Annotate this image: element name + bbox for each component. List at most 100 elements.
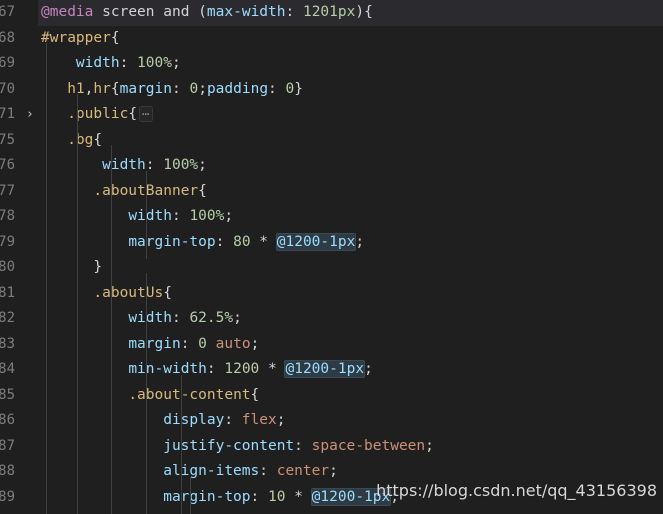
code-token: screen: [102, 4, 155, 20]
line-number-86[interactable]: 86: [0, 408, 24, 434]
watermark-url: https://blog.csdn.net/qq_43156398: [376, 481, 657, 500]
line-number-84[interactable]: 84: [0, 357, 24, 383]
folded-region-ellipsis[interactable]: ⋯: [139, 106, 154, 122]
code-content[interactable]: @media screen and (max-width: 1201px){#w…: [0, 0, 663, 514]
code-token: h1: [67, 80, 85, 97]
code-line-67[interactable]: @media screen and (max-width: 1201px){: [0, 0, 663, 26]
code-token: :: [285, 4, 303, 20]
code-token: {: [128, 106, 138, 122]
code-line-76[interactable]: width: 100%;: [0, 153, 663, 179]
indent-guide-0: [46, 43, 47, 514]
code-token: 100%: [189, 208, 225, 224]
line-number-79[interactable]: 79: [0, 230, 24, 256]
code-editor[interactable]: @media screen and (max-width: 1201px){#w…: [0, 0, 663, 514]
code-token: :: [119, 55, 138, 71]
code-token: and: [163, 4, 190, 20]
code-line-85[interactable]: .about-content{: [0, 383, 663, 409]
code-token: :: [145, 157, 164, 173]
code-token: }: [41, 259, 103, 275]
line-number-67[interactable]: 67: [0, 0, 24, 26]
code-token: 0: [189, 80, 199, 97]
code-line-81[interactable]: .aboutUs{: [0, 281, 663, 307]
indent-guide-1: [77, 94, 78, 514]
code-line-77[interactable]: .aboutBanner{: [0, 179, 663, 205]
code-line-78[interactable]: width: 100%;: [0, 204, 663, 230]
code-token: :: [259, 463, 277, 479]
code-line-86[interactable]: display: flex;: [0, 408, 663, 434]
line-number-71[interactable]: 71: [0, 102, 24, 128]
code-line-70[interactable]: h1,hr{margin: 0;padding: 0}: [0, 77, 663, 103]
indent-guide-5: [181, 375, 182, 514]
code-line-text: width: 100%;: [41, 204, 233, 230]
line-number-85[interactable]: 85: [0, 383, 24, 409]
code-token: :: [180, 335, 199, 352]
line-number-69[interactable]: 69: [0, 51, 24, 77]
code-line-83[interactable]: margin: 0 auto;: [0, 332, 663, 358]
line-number-gutter[interactable]: 67 68 69 70 71 › 75 76 77 78 79 80 81 82 83 84 85 86 87 88 8…: [0, 0, 38, 514]
code-line-87[interactable]: justify-content: space-between;: [0, 434, 663, 460]
code-line-69[interactable]: width: 100%;: [0, 51, 663, 77]
line-number-76[interactable]: 76: [0, 153, 24, 179]
code-line-text: .about-content{: [41, 383, 259, 409]
code-line-text: justify-content: space-between;: [41, 434, 434, 460]
code-token: 80: [233, 233, 251, 250]
code-line-text: width: 100%;: [41, 51, 181, 77]
line-number-83[interactable]: 83: [0, 332, 24, 358]
line-number-88[interactable]: 88: [0, 459, 24, 485]
line-number-75[interactable]: 75: [0, 128, 24, 154]
code-line-75[interactable]: .bg{: [0, 128, 663, 154]
code-token: 0: [198, 335, 207, 352]
code-line-82[interactable]: width: 62.5%;: [0, 306, 663, 332]
line-number-70[interactable]: 70: [0, 77, 24, 103]
line-number-label: 82: [0, 310, 15, 326]
indent-guide-6: [190, 477, 191, 514]
code-token: ;: [250, 335, 260, 352]
line-number-label: 86: [0, 412, 15, 428]
line-number-90[interactable]: 90: [0, 510, 24, 514]
line-number-81[interactable]: 81: [0, 281, 24, 307]
fold-chevron-right-icon[interactable]: ›: [22, 102, 38, 128]
line-number-77[interactable]: 77: [0, 179, 24, 205]
line-number-label: 76: [0, 157, 15, 173]
code-line-84[interactable]: min-width: 1200 * @1200-1px;: [0, 357, 663, 383]
code-token: ;: [355, 233, 365, 250]
code-token: :: [206, 361, 225, 377]
line-number-89[interactable]: 89: [0, 485, 24, 511]
code-token: }: [294, 80, 303, 97]
code-token: @media: [41, 4, 94, 20]
code-line-text: .public{⋯: [41, 102, 154, 128]
code-token: :: [172, 80, 190, 97]
line-number-78[interactable]: 78: [0, 204, 24, 230]
line-number-label: 88: [0, 463, 15, 479]
code-line-71[interactable]: .public{⋯: [0, 102, 663, 128]
code-token: 10: [268, 488, 286, 505]
line-number-label: 71: [0, 106, 15, 122]
line-number-80[interactable]: 80: [0, 255, 24, 281]
code-token: space-between: [311, 437, 426, 454]
line-number-68[interactable]: 68: [0, 26, 24, 52]
line-number-82[interactable]: 82: [0, 306, 24, 332]
code-line-80[interactable]: }: [0, 255, 663, 281]
code-line-90[interactable]: img{: [0, 510, 663, 514]
code-line-68[interactable]: #wrapper{: [0, 26, 663, 52]
code-token: 1201px: [302, 4, 356, 20]
line-number-label: 67: [0, 4, 15, 20]
code-token: ;: [364, 361, 373, 377]
code-token: *: [259, 361, 286, 377]
code-token: flex: [241, 412, 277, 428]
code-token: ;: [233, 310, 242, 326]
code-line-text: margin-top: 10 * @1200-1px;: [41, 485, 399, 511]
line-number-87[interactable]: 87: [0, 434, 24, 460]
indent-guide-4: [146, 273, 147, 514]
code-line-79[interactable]: margin-top: 80 * @1200-1px;: [0, 230, 663, 256]
code-token: ;: [224, 208, 234, 224]
code-line-text: margin: 0 auto;: [41, 332, 259, 358]
